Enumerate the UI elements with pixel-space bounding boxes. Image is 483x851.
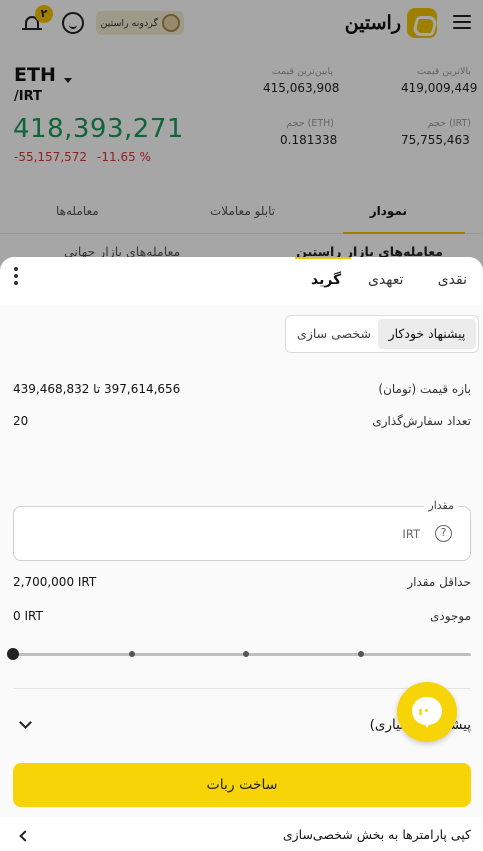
slider-step-75[interactable] [358,651,364,657]
chat-support-button[interactable] [397,682,457,742]
auto-suggest-button[interactable]: پیشنهاد خودکار [378,319,476,349]
customize-button[interactable]: شخصی سازی [292,319,376,349]
slider-step-50[interactable] [243,651,249,657]
price-range-row: بازه قیمت (تومان) 397,614,656 تا 439,468… [13,382,471,402]
tab-futures[interactable]: تعهدی [368,272,403,288]
balance-value: 0 IRT [13,609,43,623]
min-amount-row: حداقل مقدار 2,700,000 IRT [13,575,471,595]
tab-grid[interactable]: گرید [311,272,341,288]
slider-track[interactable] [13,653,471,656]
chat-icon [412,697,442,728]
price-range-value: 397,614,656 تا 439,468,832 [13,382,181,396]
order-count-label: تعداد سفارش‌گذاری [372,414,471,428]
copy-params-link[interactable]: کپی پارامترها به بخش شخصی‌سازی [13,827,471,851]
grid-form: پیشنهاد خودکار شخصی سازی بازه قیمت (توما… [0,305,483,842]
create-bot-button[interactable]: ساخت ربات [13,763,471,807]
amount-label: مقدار [424,499,458,512]
order-count-value: 20 [13,414,29,428]
amount-slider[interactable] [7,647,471,661]
chevron-down-icon [19,716,32,729]
tab-spot[interactable]: نقدی [438,272,467,288]
divider [13,688,471,689]
copy-params-label: کپی پارامترها به بخش شخصی‌سازی [282,827,471,842]
price-range-label: بازه قیمت (تومان) [378,382,471,396]
amount-input[interactable]: مقدار IRT ? [13,499,471,561]
order-type-tabs: نقدی تعهدی گرید [0,257,483,305]
min-amount-value: 2,700,000 IRT [13,575,97,589]
grid-mode-toggle: پیشنهاد خودکار شخصی سازی [285,315,479,353]
order-count-row: تعداد سفارش‌گذاری 20 [13,414,471,434]
slider-step-25[interactable] [129,651,135,657]
chevron-left-icon [19,830,31,842]
active-tab-indicator [295,257,351,259]
balance-label: موجودی [430,609,471,623]
slider-thumb[interactable] [7,648,19,660]
amount-unit: IRT [402,527,420,541]
min-amount-label: حداقل مقدار [407,575,471,589]
help-icon[interactable]: ? [435,525,452,542]
more-options-icon[interactable] [12,267,20,287]
balance-row: موجودی 0 IRT [13,609,471,629]
